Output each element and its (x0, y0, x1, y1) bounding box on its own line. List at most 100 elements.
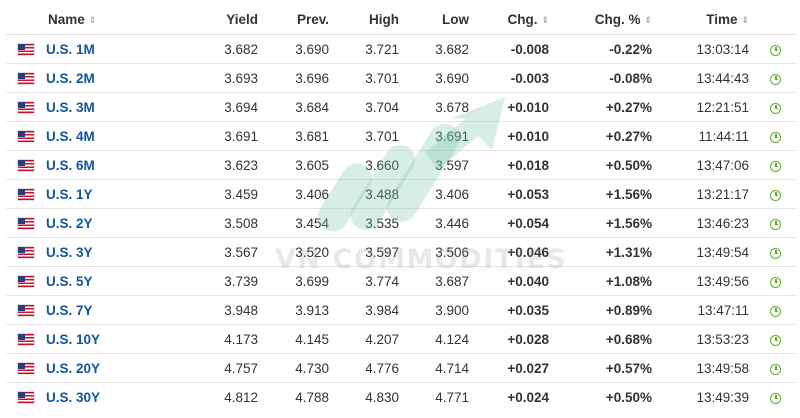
prev-column-header: Prev. (264, 4, 335, 35)
prev-cell: 4.788 (295, 389, 329, 405)
prev-cell: 3.696 (264, 63, 335, 93)
table-row[interactable]: U.S. 4M 3.691 3.681 3.701 3.691 +0.010 +0.27% 1… (6, 121, 796, 151)
clock-icon[interactable] (770, 189, 781, 201)
table-row[interactable]: U.S. 1Y 3.459 3.406 3.488 3.406 +0.053 +1.56% 1… (6, 179, 796, 209)
flag-cell (6, 63, 38, 93)
clock-icon[interactable] (770, 334, 781, 346)
table-row[interactable]: U.S. 20Y 4.757 4.730 4.776 4.714 +0.027 +0.57%… (6, 353, 796, 383)
time-cell: 13:49:56 (658, 266, 755, 296)
bond-name-link[interactable]: U.S. 2M (46, 71, 95, 86)
sort-arrows-icon[interactable]: ⇕ (741, 15, 749, 25)
low-cell: 3.682 (405, 34, 475, 64)
high-cell: 4.776 (335, 353, 405, 383)
sort-arrows-icon[interactable]: ⇕ (89, 15, 97, 25)
flag-cell (6, 383, 38, 412)
watermark-text: VN COMMODITIES (275, 244, 568, 275)
bond-name-link[interactable]: U.S. 3M (46, 100, 95, 115)
yield-cell: 3.691 (184, 121, 264, 151)
name-column-header[interactable]: Name ⇕ (38, 4, 184, 35)
flag-cell (6, 34, 38, 64)
bond-name-link[interactable]: U.S. 1Y (46, 187, 93, 202)
clock-icon[interactable] (770, 276, 781, 288)
chg-pct-cell: +0.27% (555, 92, 658, 122)
flag-cell (6, 208, 38, 238)
chg-pct-column-header[interactable]: Chg. % ⇕ (555, 4, 658, 35)
name-cell: U.S. 2M (38, 63, 184, 93)
clock-cell (755, 92, 796, 122)
bond-name-link[interactable]: U.S. 6M (46, 158, 95, 173)
table-row[interactable]: U.S. 30Y 4.812 4.788 4.830 4.771 +0.024 +0.50%… (6, 383, 796, 412)
bond-name-link[interactable]: U.S. 7Y (46, 303, 93, 318)
chg-pct-cell: +1.31% (555, 237, 658, 267)
us-flag-icon (18, 362, 34, 374)
high-cell: 3.721 (335, 34, 405, 64)
clock-cell (755, 353, 796, 383)
time-cell: 13:21:17 (658, 179, 755, 209)
prev-cell: 3.681 (264, 121, 335, 151)
bond-name-link[interactable]: U.S. 5Y (46, 274, 93, 289)
name-cell: U.S. 10Y (38, 324, 184, 354)
clock-icon[interactable] (770, 305, 781, 317)
flag-cell (6, 353, 38, 383)
chg-pct-cell: -0.22% (555, 34, 658, 64)
bond-name-link[interactable]: U.S. 3Y (46, 245, 93, 260)
yield-cell: 4.173 (184, 324, 264, 354)
table-row[interactable]: U.S. 2M 3.693 3.696 3.701 3.690 -0.003 -0.08% 1… (6, 63, 796, 93)
clock-cell (755, 34, 796, 64)
clock-cell (755, 179, 796, 209)
bond-name-link[interactable]: U.S. 1M (46, 42, 95, 57)
clock-icon[interactable] (770, 363, 781, 375)
bond-name-link[interactable]: U.S. 4M (46, 129, 95, 144)
clock-icon[interactable] (770, 44, 781, 56)
table-row[interactable]: U.S. 2Y 3.508 3.454 3.535 3.446 +0.054 +1.56% 1… (6, 208, 796, 238)
clock-icon[interactable] (770, 102, 781, 114)
sort-arrows-icon[interactable]: ⇕ (644, 15, 652, 25)
clock-icon[interactable] (770, 160, 781, 172)
clock-icon[interactable] (770, 131, 781, 143)
chg-cell: +0.028 (475, 324, 555, 354)
chg-cell: +0.024 (507, 389, 549, 405)
time-cell: 12:21:51 (658, 92, 755, 122)
high-cell: 3.984 (335, 295, 405, 325)
time-cell: 13:47:11 (658, 295, 755, 325)
clock-icon[interactable] (770, 247, 781, 259)
prev-cell: 4.730 (264, 353, 335, 383)
clock-icon[interactable] (770, 218, 781, 230)
high-cell: 3.701 (335, 63, 405, 93)
time-column-header[interactable]: Time ⇕ (658, 4, 755, 35)
high-cell: 4.830 (365, 389, 399, 405)
name-header-label: Name (48, 11, 85, 27)
name-cell: U.S. 2Y (38, 208, 184, 238)
flag-cell (6, 92, 38, 122)
chg-cell: +0.053 (475, 179, 555, 209)
clock-icon[interactable] (770, 73, 781, 85)
low-cell: 4.771 (435, 389, 469, 405)
chg-pct-cell: +0.68% (555, 324, 658, 354)
sort-arrows-icon[interactable]: ⇕ (541, 15, 549, 25)
bond-name-link[interactable]: U.S. 20Y (46, 361, 100, 376)
yield-cell: 3.567 (184, 237, 264, 267)
bond-name-link[interactable]: U.S. 2Y (46, 216, 93, 231)
table-row[interactable]: U.S. 1M 3.682 3.690 3.721 3.682 -0.008 -0.22% 1… (6, 34, 796, 64)
time-cell: 13:53:23 (658, 324, 755, 354)
table-row[interactable]: U.S. 7Y 3.948 3.913 3.984 3.900 +0.035 +0.89% 1… (6, 295, 796, 325)
table-row[interactable]: U.S. 10Y 4.173 4.145 4.207 4.124 +0.028 +0.68%… (6, 324, 796, 354)
table-row[interactable]: U.S. 6M 3.623 3.605 3.660 3.597 +0.018 +0.50% 1… (6, 150, 796, 180)
bond-name-link[interactable]: U.S. 30Y (46, 390, 100, 405)
name-cell: U.S. 3M (38, 92, 184, 122)
yield-cell: 3.693 (184, 63, 264, 93)
chg-column-header[interactable]: Chg. ⇕ (475, 4, 555, 35)
table-header-row: Name ⇕ Yield Prev. High Low Chg. ⇕ Chg. % ⇕… (6, 4, 796, 35)
time-cell: 13:49:58 (658, 353, 755, 383)
chg-pct-header-label: Chg. % (594, 11, 641, 27)
us-flag-icon (18, 217, 34, 229)
low-cell: 3.597 (405, 150, 475, 180)
flag-cell (6, 324, 38, 354)
bond-name-link[interactable]: U.S. 10Y (46, 332, 100, 347)
table-row[interactable]: U.S. 3M 3.694 3.684 3.704 3.678 +0.010 +0.27% 1… (6, 92, 796, 122)
clock-cell (755, 121, 796, 151)
low-cell: 3.406 (405, 179, 475, 209)
clock-icon[interactable] (770, 392, 781, 404)
time-cell: 13:49:54 (658, 237, 755, 267)
name-cell: U.S. 4M (38, 121, 184, 151)
